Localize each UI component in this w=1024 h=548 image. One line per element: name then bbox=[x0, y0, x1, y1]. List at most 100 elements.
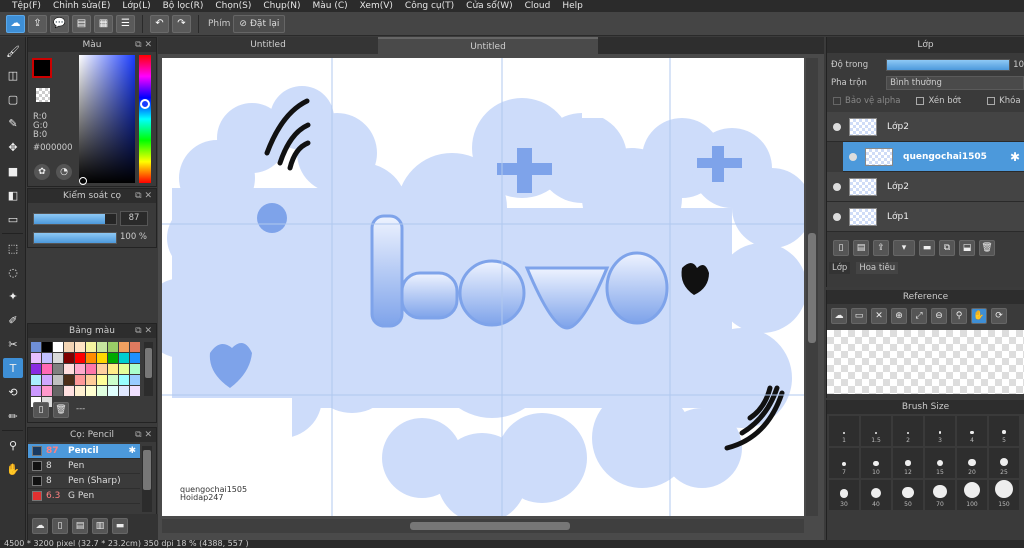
brush-size-preset[interactable]: 3 bbox=[925, 416, 955, 446]
new-page-icon[interactable]: ▯ bbox=[33, 402, 49, 418]
panel-controls-icon[interactable]: ⧉ ✕ bbox=[135, 428, 152, 442]
vertical-scroll-thumb[interactable] bbox=[808, 233, 816, 343]
palette-swatch[interactable] bbox=[75, 375, 85, 385]
menu-item[interactable]: Chọn(S) bbox=[209, 0, 257, 12]
hue-slider-handle[interactable] bbox=[140, 99, 150, 109]
palette-swatch[interactable] bbox=[75, 342, 85, 352]
brush-size-preset[interactable]: 100 bbox=[957, 480, 987, 510]
palette-swatch[interactable] bbox=[31, 353, 41, 363]
palette-swatch[interactable] bbox=[64, 375, 74, 385]
palette-swatch[interactable] bbox=[119, 353, 129, 363]
panel-controls-icon[interactable]: ⧉ ✕ bbox=[135, 324, 152, 338]
eraser-tool-icon[interactable]: ◫ bbox=[3, 65, 23, 85]
panel-icon[interactable]: ▤ bbox=[72, 14, 91, 33]
palette-swatch[interactable] bbox=[130, 364, 140, 374]
brush-size-preset[interactable]: 5 bbox=[989, 416, 1019, 446]
palette-swatch[interactable] bbox=[31, 364, 41, 374]
palette-wheel-icon[interactable]: ✿ bbox=[34, 164, 50, 180]
palette-swatch[interactable] bbox=[86, 364, 96, 374]
palette-swatch[interactable] bbox=[86, 386, 96, 396]
palette-swatch[interactable] bbox=[130, 353, 140, 363]
select-pen-icon[interactable]: ✐ bbox=[3, 310, 23, 330]
layer-row[interactable]: Lớp1 bbox=[827, 202, 1024, 232]
list-icon[interactable]: ☰ bbox=[116, 14, 135, 33]
palette-swatch[interactable] bbox=[97, 375, 107, 385]
brush-settings-icon[interactable]: ▥ bbox=[92, 518, 108, 534]
tab-untitled-2[interactable]: Untitled bbox=[378, 37, 598, 54]
palette-swatch[interactable] bbox=[130, 375, 140, 385]
layer-opacity-slider[interactable] bbox=[886, 59, 1011, 71]
redo-icon[interactable]: ↷ bbox=[172, 14, 191, 33]
brush-new-icon[interactable]: ▯ bbox=[52, 518, 68, 534]
foreground-color-swatch[interactable] bbox=[32, 58, 52, 78]
palette-swatch[interactable] bbox=[64, 353, 74, 363]
move-tool-icon[interactable]: ✥ bbox=[3, 137, 23, 157]
palette-swatch[interactable] bbox=[64, 386, 74, 396]
cloud-icon[interactable]: ☁ bbox=[6, 14, 25, 33]
hand-tool-icon[interactable]: ✋ bbox=[3, 459, 23, 479]
brush-list-item[interactable]: 8 Pen (Sharp) bbox=[28, 474, 140, 489]
menu-item[interactable]: Bộ lọc(R) bbox=[157, 0, 210, 12]
palette-swatch[interactable] bbox=[75, 364, 85, 374]
lock-checkbox[interactable] bbox=[987, 97, 996, 105]
palette-swatch[interactable] bbox=[42, 375, 52, 385]
visibility-eye-icon[interactable] bbox=[849, 152, 857, 161]
layer-settings-gear-icon[interactable]: ✱ bbox=[1010, 150, 1020, 164]
palette-swatch[interactable] bbox=[108, 364, 118, 374]
color-history-icon[interactable]: ◔ bbox=[56, 164, 72, 180]
brush-size-preset[interactable]: 1 bbox=[829, 416, 859, 446]
visibility-eye-icon[interactable] bbox=[833, 182, 841, 191]
brush-size-preset[interactable]: 150 bbox=[989, 480, 1019, 510]
divide-tool-icon[interactable]: ⟲ bbox=[3, 382, 23, 402]
layer-row[interactable]: quengochai1505 ✱ bbox=[843, 142, 1024, 172]
palette-swatch[interactable] bbox=[119, 364, 129, 374]
layer-add-menu-icon[interactable]: ▾ bbox=[893, 240, 915, 256]
menu-item[interactable]: Tệp(F) bbox=[6, 0, 47, 12]
palette-swatch[interactable] bbox=[42, 386, 52, 396]
palette-swatch[interactable] bbox=[42, 353, 52, 363]
reference-view[interactable] bbox=[827, 330, 1024, 394]
palette-scrollbar[interactable] bbox=[144, 342, 153, 396]
palette-swatch[interactable] bbox=[86, 353, 96, 363]
brush-size-preset[interactable]: 30 bbox=[829, 480, 859, 510]
undo-icon[interactable]: ↶ bbox=[150, 14, 169, 33]
brush-tool-icon[interactable]: 🖌 bbox=[3, 41, 23, 61]
layer-delete-icon[interactable]: 🗑 bbox=[979, 240, 995, 256]
speech-icon[interactable]: 💬 bbox=[50, 14, 69, 33]
size-value[interactable]: 87 bbox=[120, 211, 148, 226]
reference-close-icon[interactable]: ✕ bbox=[871, 308, 887, 324]
palette-swatch[interactable] bbox=[97, 364, 107, 374]
select-eraser-icon[interactable]: ✂ bbox=[3, 334, 23, 354]
layer-row[interactable]: Lớp2 bbox=[827, 112, 1024, 142]
vertical-scrollbar[interactable] bbox=[806, 58, 818, 516]
select-lasso-icon[interactable]: ◌ bbox=[3, 262, 23, 282]
brush-size-preset[interactable]: 25 bbox=[989, 448, 1019, 478]
palette-swatch[interactable] bbox=[75, 353, 85, 363]
palette-swatch[interactable] bbox=[75, 386, 85, 396]
palette-swatch[interactable] bbox=[108, 375, 118, 385]
palette-swatch[interactable] bbox=[86, 375, 96, 385]
trash-icon[interactable]: 🗑 bbox=[53, 402, 69, 418]
palette-swatch[interactable] bbox=[108, 353, 118, 363]
export-icon[interactable]: ⇪ bbox=[28, 14, 47, 33]
text-tool-icon[interactable]: T bbox=[3, 358, 23, 378]
fill-rect-tool-icon[interactable]: ■ bbox=[3, 161, 23, 181]
layer-import-icon[interactable]: ⇪ bbox=[873, 240, 889, 256]
blend-mode-select[interactable]: Bình thường bbox=[886, 76, 1024, 90]
brush-settings-gear-icon[interactable]: ✱ bbox=[128, 446, 136, 456]
brush-list-scroll-thumb[interactable] bbox=[143, 450, 151, 490]
brush-size-preset[interactable]: 1.5 bbox=[861, 416, 891, 446]
tab-navigator[interactable]: Hoa tiêu bbox=[856, 262, 899, 274]
palette-scroll-thumb[interactable] bbox=[145, 348, 152, 378]
visibility-eye-icon[interactable] bbox=[833, 212, 841, 221]
grid-icon[interactable]: ▦ bbox=[94, 14, 113, 33]
brush-list-item[interactable]: 8 Pen bbox=[28, 459, 140, 474]
clipping-checkbox[interactable] bbox=[916, 97, 925, 105]
rectangle-tool-icon[interactable]: ▢ bbox=[3, 89, 23, 109]
brush-size-preset[interactable]: 7 bbox=[829, 448, 859, 478]
menu-item[interactable]: Cloud bbox=[519, 0, 557, 12]
reference-eyedropper-icon[interactable]: ⚲ bbox=[951, 308, 967, 324]
tab-untitled-1[interactable]: Untitled bbox=[158, 37, 378, 54]
bucket-tool-icon[interactable]: ◧ bbox=[3, 185, 23, 205]
new-layer-icon[interactable]: ▯ bbox=[833, 240, 849, 256]
